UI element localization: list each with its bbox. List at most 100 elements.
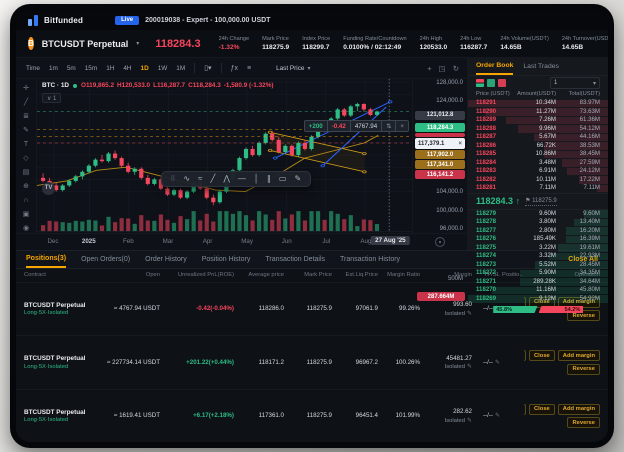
book-view-bids-icon[interactable]	[487, 79, 495, 87]
layout-menu-icon[interactable]: ≡	[243, 63, 255, 74]
position-side: Long·5X·Isolated	[24, 310, 102, 316]
lock-icon[interactable]: ▣	[19, 210, 33, 219]
close-all-button[interactable]: Close all	[524, 350, 526, 361]
symbol-name[interactable]: BTCUSDT Perpetual	[42, 39, 129, 49]
timeframe-1h[interactable]: 1H	[102, 63, 118, 74]
book-tab-last-trades[interactable]: Last Trades	[523, 58, 559, 75]
book-row-ask[interactable]: 1182843.48M27.59M	[468, 159, 608, 168]
text-icon[interactable]: T	[19, 140, 33, 149]
close-button[interactable]: Close	[529, 404, 555, 415]
chart-canvas[interactable]: BTC · 1D O119,865.2H120,533.0L116,287.7C…	[37, 79, 412, 233]
book-row-bid[interactable]: 1182772.80M16.20M	[468, 227, 608, 236]
book-row-ask[interactable]: 1182897.26M61.36M	[468, 116, 608, 125]
edit-margin-icon[interactable]: ✎	[467, 364, 472, 370]
crosshair-icon[interactable]: ✛	[19, 84, 33, 93]
waves-icon[interactable]: ≈	[196, 174, 205, 183]
time-axis[interactable]: Dec2025FebMarAprMayJunJulAug27 Aug '25	[16, 233, 467, 250]
book-row-ask[interactable]: 11829110.34M83.97M	[468, 99, 608, 108]
fib-icon[interactable]: ≣	[19, 112, 33, 121]
book-view-asks-icon[interactable]	[498, 79, 506, 87]
hline-icon[interactable]: —	[235, 174, 248, 183]
book-row-bid[interactable]: 118276185.49K16.39M	[468, 235, 608, 244]
magnet-icon[interactable]: ∩	[19, 196, 33, 205]
timeframe-1m[interactable]: 1M	[172, 63, 189, 74]
pen-icon[interactable]: ✎	[292, 174, 304, 183]
timeframe-1m[interactable]: 1m	[45, 63, 62, 74]
trendline-icon[interactable]: ╱	[208, 174, 218, 183]
book-row-ask[interactable]: 1182817.11M7.11M	[468, 184, 608, 193]
close-position-icon[interactable]: ×	[395, 121, 408, 131]
rect-icon[interactable]: ▭	[276, 174, 289, 183]
channel-icon[interactable]: ∥	[264, 174, 273, 183]
curve-icon[interactable]: ∿	[181, 174, 193, 183]
book-row-ask[interactable]: 1182836.91M24.12M	[468, 167, 608, 176]
tab-positions-3-[interactable]: Positions(3)	[26, 251, 66, 268]
book-row-bid[interactable]: 11827011.16M45.80M	[468, 286, 608, 295]
book-row-ask[interactable]: 11828666.72K38.53M	[468, 142, 608, 151]
measure-icon[interactable]: ▤	[19, 168, 33, 177]
book-row-bid[interactable]: 1182783.80M13.40M	[468, 218, 608, 227]
tab-open-orders-0-[interactable]: Open Orders(0)	[81, 251, 130, 268]
indicator-group-collapsed[interactable]: ∨ 1	[42, 93, 61, 103]
book-view-both-icon[interactable]	[476, 79, 484, 87]
indicators-icon[interactable]: ƒx	[227, 63, 242, 74]
reverse-button[interactable]: Reverse	[567, 417, 600, 428]
axis-settings-icon[interactable]	[435, 237, 445, 247]
reverse-button[interactable]: Reverse	[567, 364, 600, 375]
precision-select[interactable]: 1 ▾	[550, 77, 600, 89]
edit-margin-icon[interactable]: ✎	[467, 418, 472, 424]
price-type-select[interactable]: Last Price▾	[276, 65, 310, 72]
zoom-icon[interactable]: ⊕	[19, 182, 33, 191]
tab-order-history[interactable]: Order History	[145, 251, 187, 268]
book-row-bid[interactable]: 118271289.28K34.64M	[468, 278, 608, 287]
timeframe-time[interactable]: Time	[22, 63, 44, 74]
drag-handle-icon[interactable]: ⠿	[168, 175, 178, 183]
edit-margin-icon[interactable]: ✎	[467, 311, 472, 317]
position-line-widget[interactable]: +200 -0.42 4767.94 ⇅ ×	[304, 120, 409, 132]
edit-tpsl-icon[interactable]: ✎	[495, 360, 500, 366]
add-margin-button[interactable]: Add margin	[558, 404, 600, 415]
book-row-ask[interactable]: 11829011.27M73.63M	[468, 108, 608, 117]
book-row-bid[interactable]: 1182743.32M22.93M	[468, 252, 608, 261]
brush-icon[interactable]: ✎	[19, 126, 33, 135]
shapes-icon[interactable]: ◇	[19, 154, 33, 163]
symbol-dropdown-icon[interactable]: ▾	[136, 40, 139, 47]
trendline-icon[interactable]: ╱	[19, 98, 33, 107]
timeframe-1w[interactable]: 1W	[154, 63, 172, 74]
add-margin-button[interactable]: Add margin	[558, 350, 600, 361]
book-tab-order-book[interactable]: Order Book	[476, 58, 513, 75]
fullscreen-icon[interactable]: ◳	[439, 64, 446, 73]
candlestick-chart[interactable]	[37, 79, 412, 233]
book-row-ask[interactable]: 11828210.11M17.22M	[468, 176, 608, 185]
book-row-ask[interactable]: 1182875.67M44.16M	[468, 133, 608, 142]
tab-transaction-details[interactable]: Transaction Details	[265, 251, 325, 268]
add-panel-icon[interactable]: +	[427, 64, 431, 73]
snapshot-icon[interactable]: ◉	[19, 224, 33, 233]
timeframe-1d[interactable]: 1D	[137, 63, 153, 74]
book-mark-price: ⚑ 118275.9	[525, 197, 557, 206]
reset-zoom-icon[interactable]: ↻	[453, 64, 459, 73]
polyline-icon[interactable]: ⋀	[221, 174, 233, 183]
close-button[interactable]: Close	[529, 350, 555, 361]
tab-transaction-history[interactable]: Transaction History	[340, 251, 400, 268]
vline-icon[interactable]: │	[251, 174, 261, 183]
edit-tpsl-icon[interactable]: ✎	[495, 413, 500, 419]
reverse-position-icon[interactable]: ⇅	[381, 121, 395, 131]
timeframe-5m[interactable]: 5m	[63, 63, 80, 74]
timeframe-15m[interactable]: 15m	[81, 63, 101, 74]
book-row-bid[interactable]: 1182735.52M28.45M	[468, 261, 608, 270]
timeframe-4h[interactable]: 4H	[119, 63, 135, 74]
price-scale[interactable]: 128,000.0124,000.0108,000.0104,000.0100,…	[412, 79, 467, 233]
book-row-bid[interactable]: 1182699.12M54.92M	[468, 295, 608, 304]
book-row-bid[interactable]: 1182799.60M9.60M	[468, 210, 608, 219]
close-all-button[interactable]: Close all	[524, 404, 526, 415]
book-row-bid[interactable]: 1182753.22M19.61M	[468, 244, 608, 253]
book-row-ask[interactable]: 1182889.96M54.12M	[468, 125, 608, 134]
candle-style-icon[interactable]: ▯▾	[200, 62, 215, 74]
price-badge-alert[interactable]: 117,379.1×	[415, 138, 465, 149]
alert-close-icon[interactable]: ×	[458, 141, 462, 147]
book-row-bid[interactable]: 1182725.90M34.35M	[468, 269, 608, 278]
mid-price-row[interactable]: 118284.3 ↑ ⚑ 118275.9	[468, 193, 608, 210]
book-row-ask[interactable]: 11828510.86M38.45M	[468, 150, 608, 159]
tab-position-history[interactable]: Position History	[202, 251, 251, 268]
